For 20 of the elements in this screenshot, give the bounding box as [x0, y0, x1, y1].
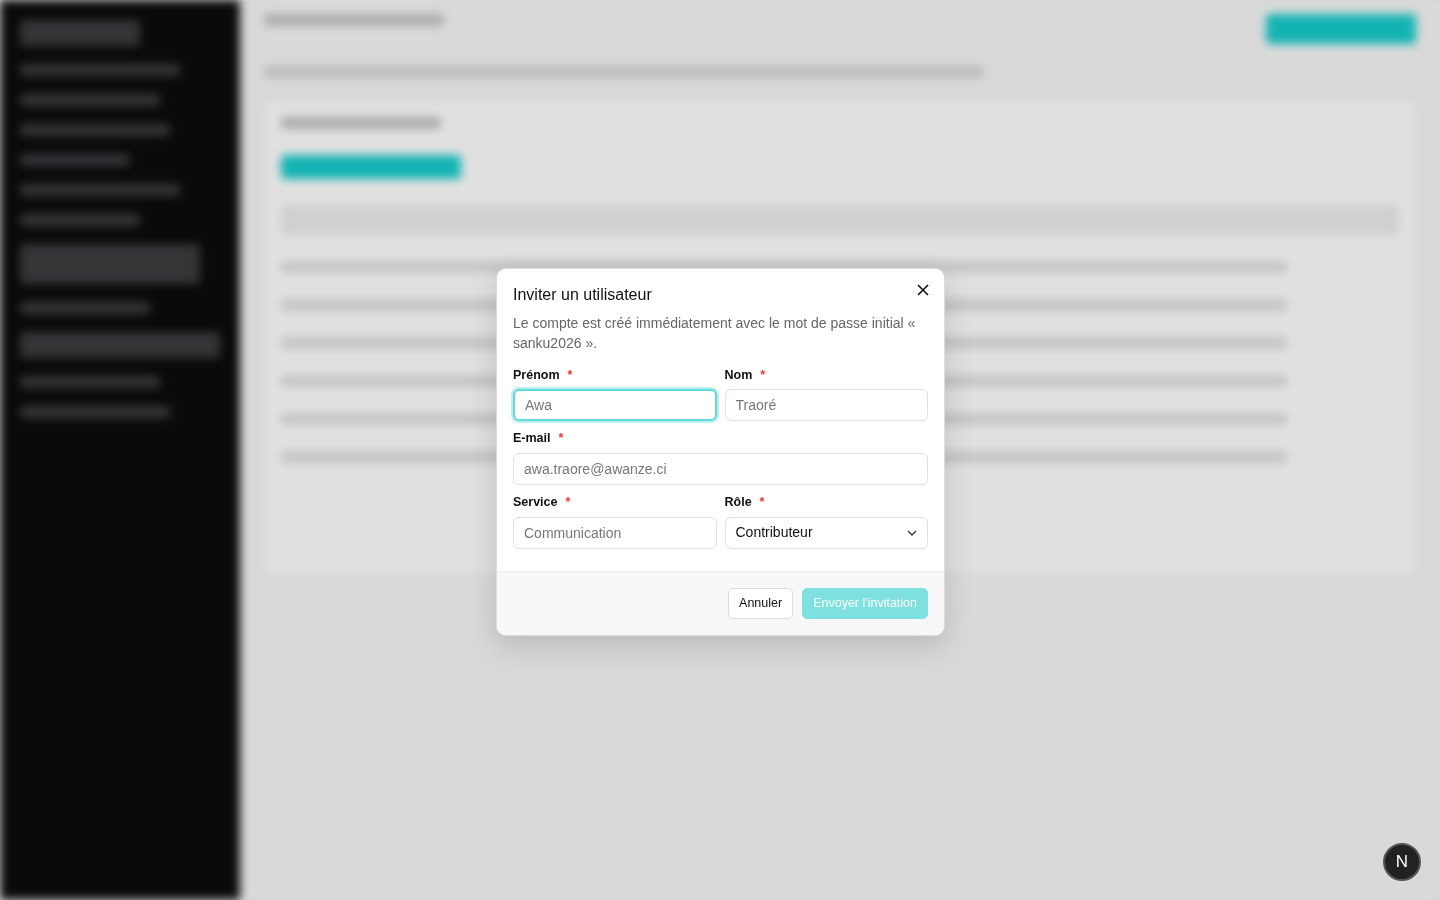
input-field[interactable]: Communication	[513, 516, 717, 549]
input-field[interactable]: awa.traore@awanze.ci	[513, 453, 928, 486]
dialog-title: Inviter un utilisateur	[513, 285, 652, 305]
field-label: Service	[513, 495, 558, 510]
required-asterisk: *	[565, 495, 571, 510]
chevron-down-icon	[907, 529, 917, 536]
input-field[interactable]: Awa	[513, 389, 717, 422]
required-asterisk: *	[759, 495, 765, 510]
input-field[interactable]: Traoré	[724, 389, 928, 422]
cancel-button[interactable]: Annuler	[728, 587, 794, 619]
required-asterisk: *	[760, 367, 766, 382]
field-label: Nom	[724, 367, 753, 382]
dialog-description: Le compte est créé immédiatement avec le mot de passe initial « sanku2026 ».	[513, 314, 917, 354]
field-label: Rôle	[724, 495, 752, 510]
required-asterisk: *	[558, 431, 564, 446]
field-label: E-mail	[513, 431, 551, 446]
required-asterisk: *	[567, 367, 573, 382]
role-select[interactable]: Contributeur	[724, 516, 928, 549]
close-icon[interactable]	[916, 283, 930, 297]
field-label: Prénom	[513, 367, 560, 382]
